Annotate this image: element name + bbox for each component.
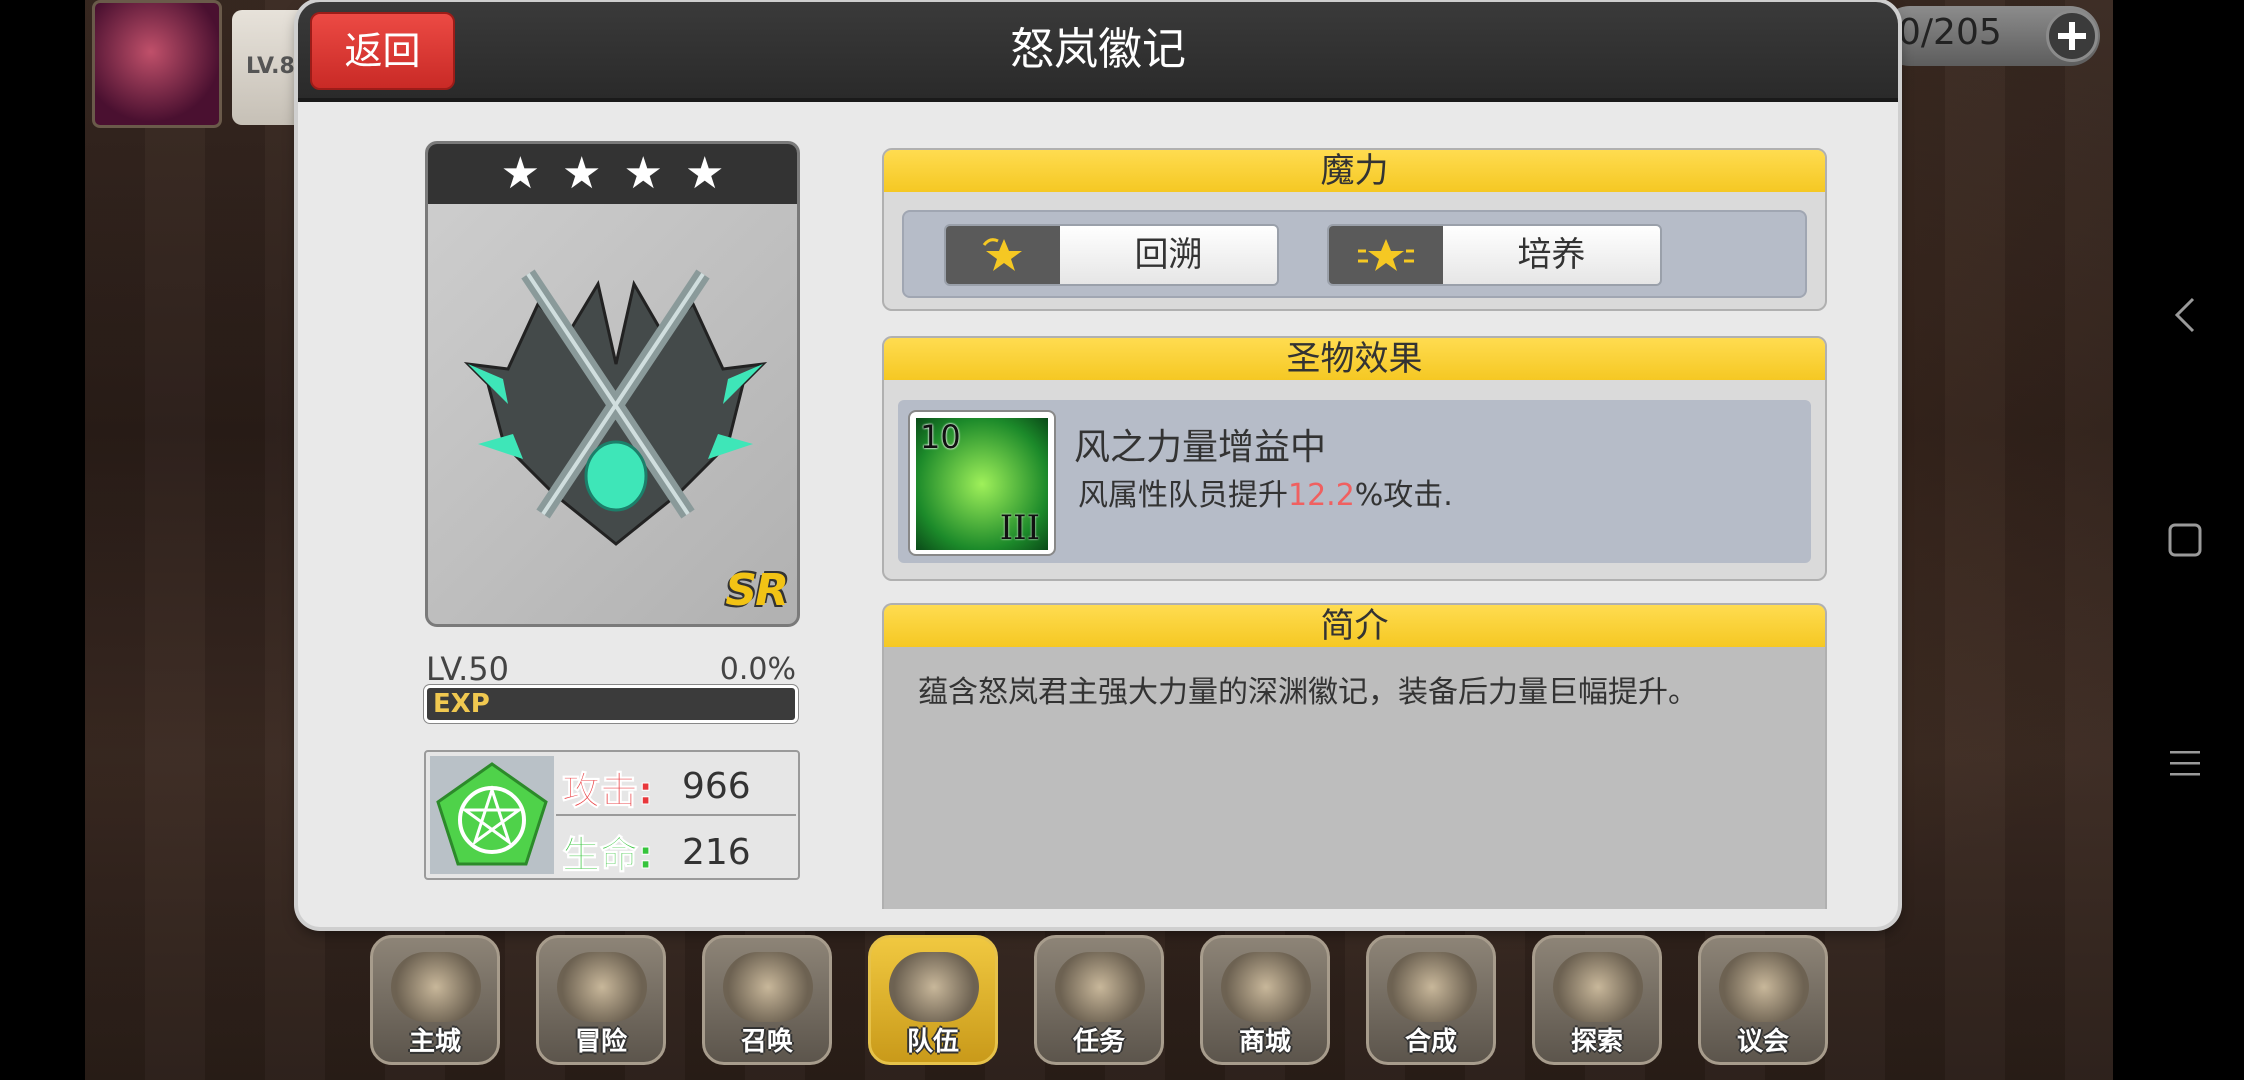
effect-row: 10 III 风之力量增益中 风属性队员提升12.2%攻击. (898, 400, 1811, 563)
magic-panel-header: 魔力 (884, 150, 1825, 192)
emblem-image (463, 269, 768, 546)
pentagram-icon (436, 762, 548, 866)
star-rewind-icon (946, 226, 1060, 284)
player-level: LV.8 (246, 54, 295, 79)
crown-icon (391, 952, 481, 1022)
star-icon: ★ (562, 148, 602, 199)
dialog-title: 怒岚徽记 (1010, 24, 1186, 75)
menu-label: 队伍 (906, 1027, 959, 1057)
menu-craft[interactable]: 合成 (1366, 935, 1496, 1065)
cultivate-button[interactable]: 培养 (1327, 224, 1662, 286)
magic-actions: 回溯 培养 (902, 210, 1807, 298)
android-back-button[interactable] (2160, 290, 2210, 340)
summon-card-icon (723, 952, 813, 1022)
skill-rank: III (999, 508, 1040, 548)
menu-label: 召唤 (740, 1027, 793, 1057)
menu-team[interactable]: 队伍 (868, 935, 998, 1065)
relic-effect-panel: 圣物效果 10 III 风之力量增益中 风属性队员提升12.2%攻击. (882, 336, 1827, 581)
description-panel: 简介 蕴含怒岚君主强大力量的深渊徽记，装备后力量巨幅提升。 (882, 603, 1827, 909)
magic-panel: 魔力 回溯 培养 (882, 148, 1827, 311)
star-icon: ★ (500, 148, 541, 199)
relic-effect-header: 圣物效果 (884, 338, 1825, 380)
rarity-badge: SR (725, 565, 789, 616)
resource-count: 0/205 (1898, 12, 2002, 53)
menu-quests[interactable]: 任务 (1034, 935, 1164, 1065)
item-card: ★ ★ ★ ★ SR (425, 141, 800, 627)
rewind-label: 回溯 (1060, 226, 1277, 284)
back-button[interactable]: 返回 (310, 12, 455, 90)
menu-adventure[interactable]: 冒险 (536, 935, 666, 1065)
menu-explore[interactable]: 探索 (1532, 935, 1662, 1065)
hamburger-icon (2170, 751, 2200, 776)
skill-icon[interactable]: 10 III (908, 410, 1056, 556)
shovel-icon (1553, 952, 1643, 1022)
android-home-button[interactable] (2160, 515, 2210, 565)
menu-label: 议会 (1736, 1027, 1789, 1057)
star-rating: ★ ★ ★ ★ (428, 144, 797, 204)
star-icon: ★ (684, 148, 725, 199)
exp-label: EXP (433, 689, 490, 719)
menu-summon[interactable]: 召唤 (702, 935, 832, 1065)
bottom-menu: 主城 冒险 召唤 队伍 任务 商城 合成 探索 议会 (370, 935, 1830, 1075)
chevron-left-icon (2174, 297, 2195, 333)
effect-name: 风之力量增益中 (1074, 427, 1327, 468)
star-upgrade-icon (1329, 226, 1443, 284)
item-detail-dialog: 怒岚徽记 返回 ★ ★ ★ ★ SR LV.50 0.0% EXP 攻击: 96… (298, 2, 1898, 927)
add-resource-button[interactable] (2046, 10, 2098, 62)
menu-shop[interactable]: 商城 (1200, 935, 1330, 1065)
menu-label: 任务 (1072, 1027, 1125, 1057)
plus-icon (2058, 22, 2086, 50)
player-avatar[interactable] (92, 0, 222, 128)
cultivate-label: 培养 (1443, 226, 1660, 284)
menu-main-city[interactable]: 主城 (370, 935, 500, 1065)
exp-bar: EXP (424, 685, 798, 723)
crossed-weapons-icon (557, 952, 647, 1022)
menu-label: 冒险 (574, 1027, 627, 1057)
potion-icon (1387, 952, 1477, 1022)
attack-label: 攻击: (561, 769, 654, 814)
star-icon: ★ (623, 148, 663, 199)
hp-value: 216 (682, 832, 751, 873)
council-crest-icon (1719, 952, 1809, 1022)
winged-shield-icon (889, 952, 979, 1022)
stat-icon-frame (430, 756, 554, 874)
stats-box: 攻击: 966 生命: 216 (424, 750, 800, 880)
attack-value: 966 (682, 766, 751, 807)
square-icon (2168, 523, 2202, 557)
item-level: LV.50 (426, 650, 509, 688)
menu-label: 主城 (408, 1027, 461, 1057)
rewind-button[interactable]: 回溯 (944, 224, 1279, 286)
effect-description: 风属性队员提升12.2%攻击. (1078, 478, 1453, 513)
menu-label: 商城 (1238, 1027, 1291, 1057)
menu-council[interactable]: 议会 (1698, 935, 1828, 1065)
android-menu-button[interactable] (2160, 738, 2210, 788)
description-text: 蕴含怒岚君主强大力量的深渊徽记，装备后力量巨幅提升。 (918, 675, 1698, 710)
exp-percent: 0.0% (719, 652, 796, 687)
menu-label: 合成 (1404, 1027, 1457, 1057)
menu-label: 探索 (1570, 1027, 1623, 1057)
shop-tree-icon (1221, 952, 1311, 1022)
quest-book-icon (1055, 952, 1145, 1022)
hp-label: 生命: (561, 833, 654, 878)
description-header: 简介 (884, 605, 1825, 647)
effect-value: 12.2 (1288, 478, 1355, 513)
skill-level: 10 (920, 418, 961, 456)
